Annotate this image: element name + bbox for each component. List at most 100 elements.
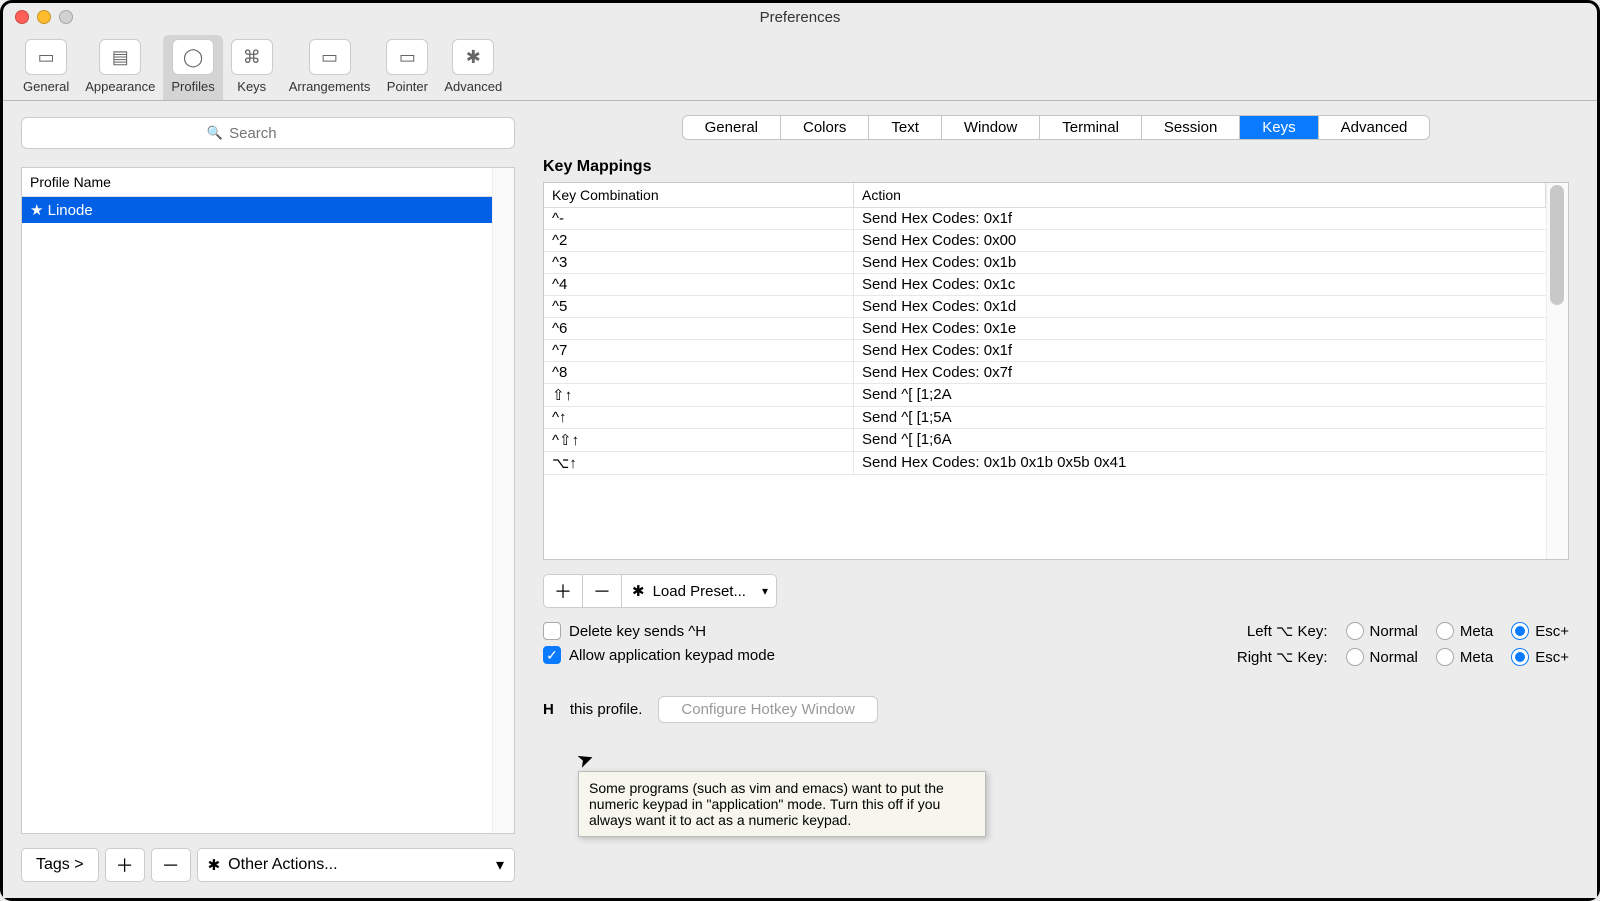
mapping-action: Send Hex Codes: 0x1e [854,318,1546,339]
mapping-row[interactable]: ^6Send Hex Codes: 0x1e [544,318,1546,340]
tab-general[interactable]: General [683,116,781,139]
keypad-mode-checkbox[interactable]: ✓ [543,646,561,664]
tags-button[interactable]: Tags > [21,848,99,882]
search-icon: 🔍 [207,125,223,141]
profile-list: Profile Name ★ Linode [21,167,515,834]
keypad-mode-row: ✓ Allow application keypad mode [543,646,775,664]
mapping-row[interactable]: ⇧↑Send ^[ [1;2A [544,384,1546,407]
toolbar-label: Keys [237,79,266,94]
right-meta-radio[interactable] [1436,648,1454,666]
other-actions-label: Other Actions... [228,856,337,874]
profile-row-selected[interactable]: ★ Linode [22,197,492,223]
tab-window[interactable]: Window [942,116,1040,139]
mapping-row[interactable]: ^8Send Hex Codes: 0x7f [544,362,1546,384]
profiles-icon: ◯ [172,39,214,75]
mappings-controls: ＋ － ✱ Load Preset... [543,574,1569,608]
tooltip: Some programs (such as vim and emacs) wa… [578,771,986,837]
mapping-row[interactable]: ^7Send Hex Codes: 0x1f [544,340,1546,362]
key-mappings-heading: Key Mappings [543,158,1569,176]
keypad-mode-label: Allow application keypad mode [569,647,775,664]
delete-sends-h-checkbox[interactable] [543,622,561,640]
col-action-header[interactable]: Action [854,183,1546,208]
gear-icon: ✱ [208,856,221,874]
toolbar-item-advanced[interactable]: ✱Advanced [436,35,510,100]
col-key-header[interactable]: Key Combination [544,183,854,208]
toolbar-item-profiles[interactable]: ◯Profiles [163,35,222,100]
mapping-key: ^⇧↑ [544,429,854,451]
left-option-label: Left ⌥ Key: [1198,622,1328,640]
tab-text[interactable]: Text [869,116,942,139]
mappings-header: Key Combination Action [544,183,1546,208]
toolbar-label: Pointer [387,79,428,94]
other-actions-dropdown[interactable]: ✱ Other Actions... ▾ [197,848,515,882]
toolbar-label: Arrangements [289,79,371,94]
profile-scrollbar[interactable] [492,168,514,833]
delete-sends-h-label: Delete key sends ^H [569,623,706,640]
mapping-key: ⌥↑ [544,452,854,474]
mapping-key: ^3 [544,252,854,273]
appearance-icon: ▤ [99,39,141,75]
key-mappings-table: Key Combination Action ^-Send Hex Codes:… [543,182,1569,560]
mapping-action: Send Hex Codes: 0x1b [854,252,1546,273]
minimize-window-button[interactable] [37,10,51,24]
mapping-row[interactable]: ^↑Send ^[ [1;5A [544,407,1546,429]
profiles-sidebar: 🔍 Profile Name ★ Linode Tags > ＋ － ✱ Oth… [3,101,533,898]
tab-advanced[interactable]: Advanced [1319,116,1430,139]
general-icon: ▭ [25,39,67,75]
right-esc-radio[interactable] [1511,648,1529,666]
left-meta-radio[interactable] [1436,622,1454,640]
mappings-scrollbar[interactable] [1546,183,1568,559]
mapping-action: Send ^[ [1;2A [854,384,1546,406]
mapping-key: ⇧↑ [544,384,854,406]
tab-colors[interactable]: Colors [781,116,869,139]
pointer-icon: ▭ [386,39,428,75]
remove-mapping-button[interactable]: － [582,574,621,608]
mapping-row[interactable]: ⌥↑Send Hex Codes: 0x1b 0x1b 0x5b 0x41 [544,452,1546,475]
mapping-row[interactable]: ^3Send Hex Codes: 0x1b [544,252,1546,274]
toolbar-item-pointer[interactable]: ▭ Pointer [378,35,436,100]
right-option-key-row: Right ⌥ Key: Normal Meta Esc+ [815,648,1569,666]
zoom-window-button[interactable] [59,10,73,24]
load-preset-label: Load Preset... [653,583,746,600]
profile-tabs: GeneralColorsTextWindowTerminalSessionKe… [682,115,1431,140]
mapping-key: ^↑ [544,407,854,428]
mapping-row[interactable]: ^5Send Hex Codes: 0x1d [544,296,1546,318]
load-preset-dropdown[interactable]: ✱ Load Preset... [621,574,777,608]
pref-toolbar: ▭General▤Appearance◯Profiles⌘Keys▭Arrang… [3,31,1597,101]
left-normal-radio[interactable] [1346,622,1364,640]
mapping-action: Send Hex Codes: 0x00 [854,230,1546,251]
toolbar-item-appearance[interactable]: ▤ Appearance [77,35,163,100]
add-profile-button[interactable]: ＋ [105,848,145,882]
key-options: Delete key sends ^H ✓ Allow application … [543,622,1569,666]
mapping-row[interactable]: ^⇧↑Send ^[ [1;6A [544,429,1546,452]
tab-session[interactable]: Session [1142,116,1240,139]
hotkey-heading-initial: H [543,701,554,718]
mapping-key: ^7 [544,340,854,361]
profile-list-header: Profile Name [22,168,492,197]
remove-profile-button[interactable]: － [151,848,191,882]
window-title: Preferences [760,9,841,26]
toolbar-item-general[interactable]: ▭General [15,35,77,100]
configure-hotkey-button[interactable]: Configure Hotkey Window [658,696,877,723]
tab-terminal[interactable]: Terminal [1040,116,1142,139]
add-mapping-button[interactable]: ＋ [543,574,582,608]
toolbar-item-keys[interactable]: ⌘Keys [223,35,281,100]
mapping-row[interactable]: ^4Send Hex Codes: 0x1c [544,274,1546,296]
search-input[interactable] [229,125,329,142]
mapping-action: Send Hex Codes: 0x1b 0x1b 0x5b 0x41 [854,452,1546,474]
close-window-button[interactable] [15,10,29,24]
mapping-row[interactable]: ^2Send Hex Codes: 0x00 [544,230,1546,252]
right-normal-radio[interactable] [1346,648,1364,666]
left-esc-radio[interactable] [1511,622,1529,640]
tab-keys[interactable]: Keys [1240,116,1318,139]
chevron-down-icon: ▾ [496,855,504,875]
profile-search[interactable]: 🔍 [21,117,515,149]
mapping-action: Send ^[ [1;6A [854,429,1546,451]
gear-icon: ✱ [632,582,645,600]
hotkey-row: H this profile. Configure Hotkey Window [543,696,1569,723]
mapping-key: ^5 [544,296,854,317]
delete-sends-h-row: Delete key sends ^H [543,622,775,640]
toolbar-item-arrangements[interactable]: ▭Arrangements [281,35,379,100]
mapping-row[interactable]: ^-Send Hex Codes: 0x1f [544,208,1546,230]
toolbar-label: Appearance [85,79,155,94]
